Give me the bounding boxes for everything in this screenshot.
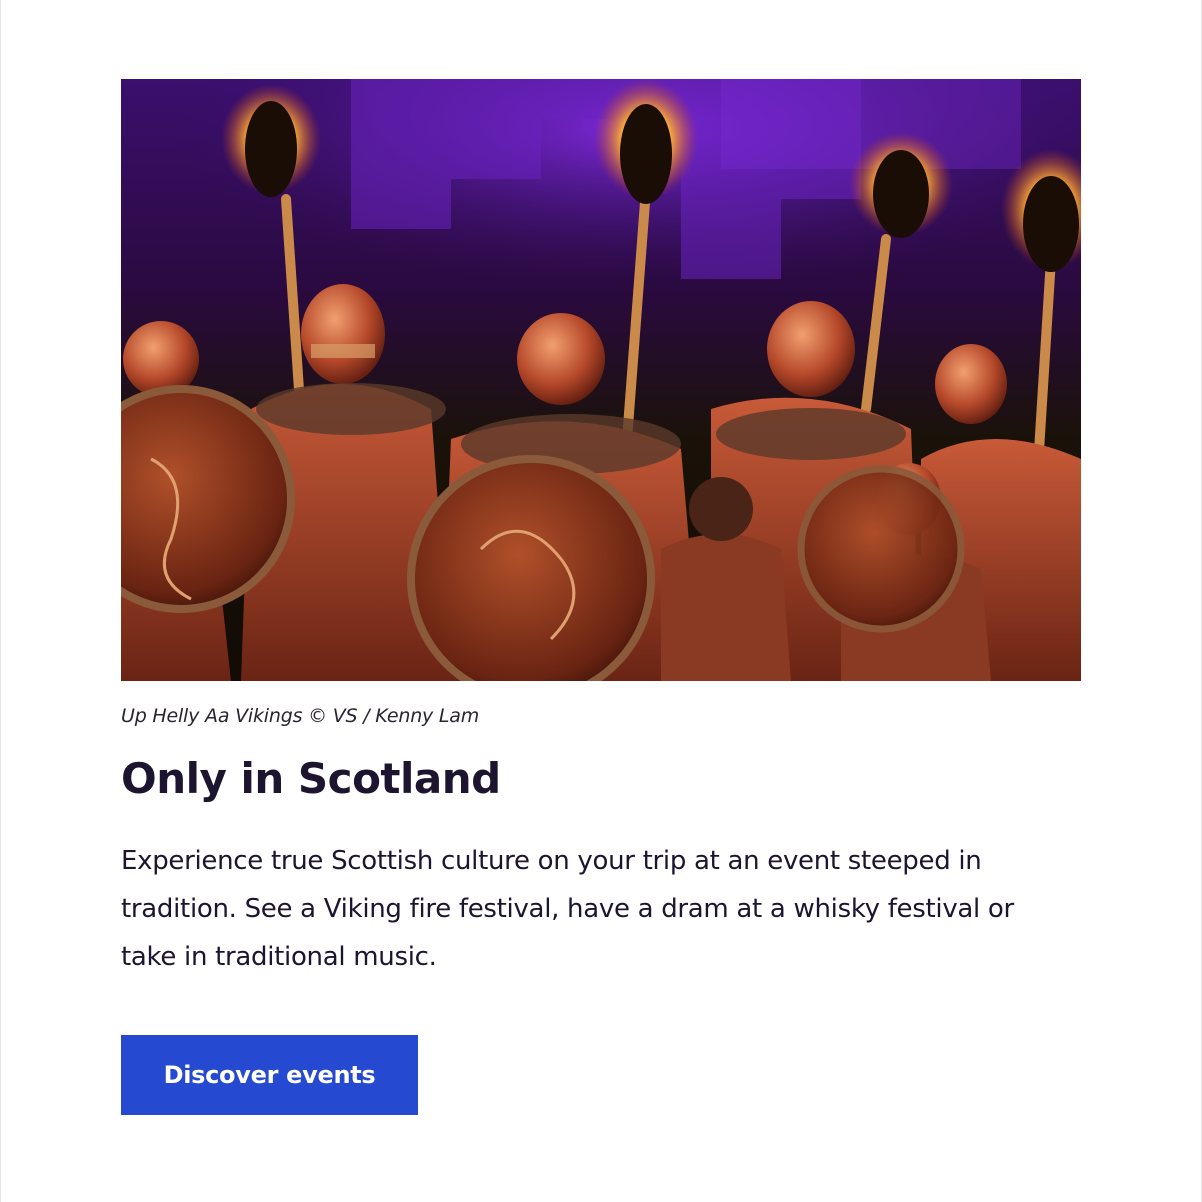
- section-description: Experience true Scottish culture on your…: [121, 846, 1014, 972]
- section-title: Only in Scotland: [121, 754, 501, 803]
- hero-image: [121, 79, 1081, 681]
- image-caption: Up Helly Aa Vikings © VS / Kenny Lam: [121, 705, 480, 727]
- promo-card: Up Helly Aa Vikings © VS / Kenny Lam Onl…: [121, 79, 1081, 1115]
- viking-photo-illustration: [121, 79, 1081, 681]
- discover-events-button[interactable]: Discover events: [121, 1035, 418, 1115]
